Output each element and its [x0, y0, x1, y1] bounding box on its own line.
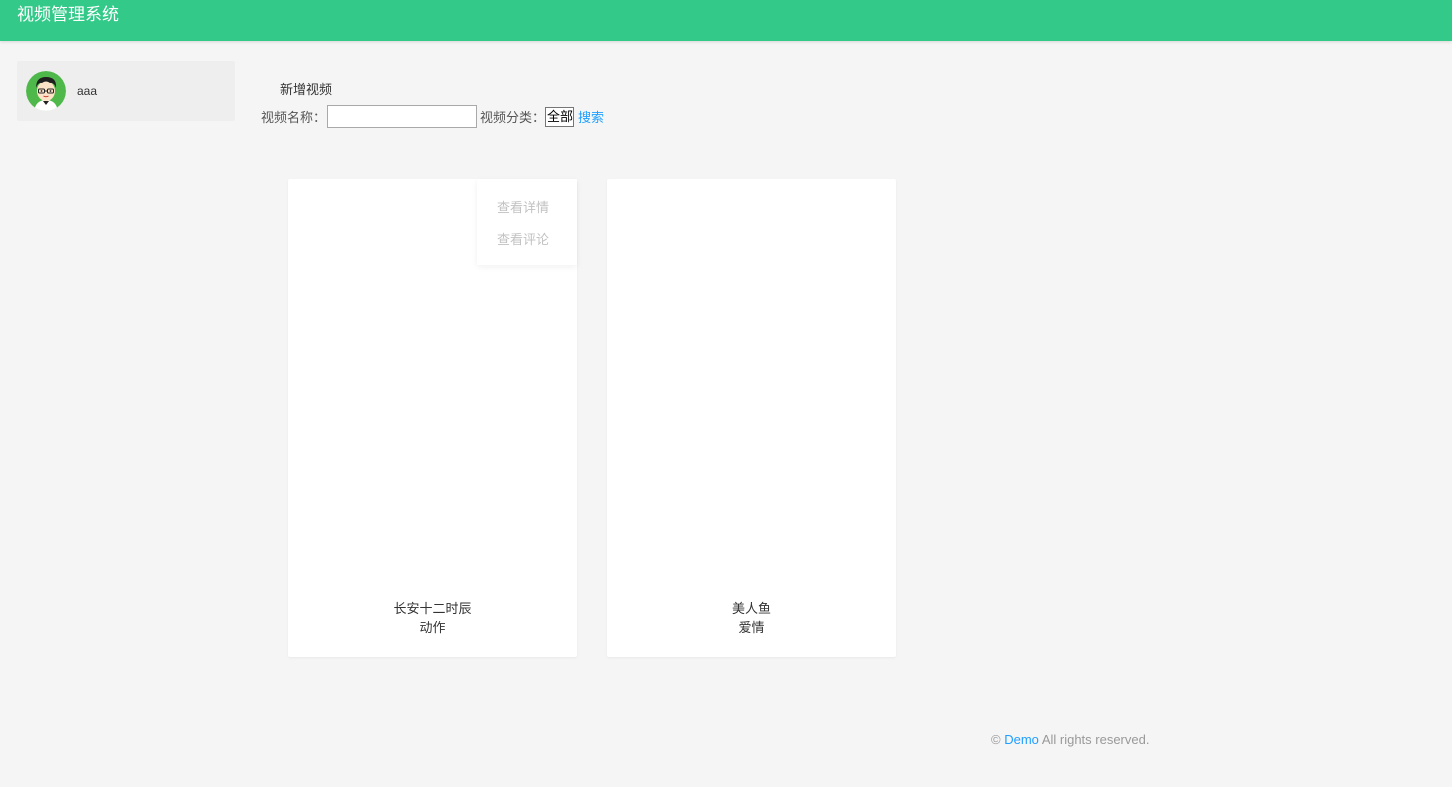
- category-select[interactable]: 全部: [545, 106, 575, 127]
- add-video-link[interactable]: 新增视频: [280, 79, 332, 98]
- video-title: 美人鱼: [731, 601, 771, 616]
- footer-brand-link[interactable]: Demo: [1004, 732, 1039, 747]
- app-title: 视频管理系统: [17, 5, 119, 24]
- video-category: 爱情: [738, 620, 765, 635]
- username: aaa: [77, 84, 98, 98]
- video-caption: 美人鱼 爱情: [607, 599, 896, 637]
- cartoon-avatar-icon: [26, 71, 66, 111]
- user-profile-card: aaa: [17, 61, 235, 121]
- footer: © Demo All rights reserved.: [991, 732, 1149, 747]
- video-title: 长安十二时辰: [393, 601, 472, 616]
- video-card[interactable]: 美人鱼 爱情: [607, 179, 896, 657]
- video-category: 动作: [419, 620, 446, 635]
- video-name-label: 视频名称：: [261, 110, 327, 125]
- view-comments-menu-item[interactable]: 查看评论: [497, 229, 549, 248]
- video-category-label: 视频分类：: [480, 110, 546, 125]
- copyright-symbol: ©: [991, 732, 1001, 747]
- search-form: 视频名称： 视频分类： 全部 搜索: [261, 104, 604, 129]
- video-caption: 长安十二时辰 动作: [288, 599, 577, 637]
- video-action-menu: 查看详情 查看评论: [477, 179, 577, 265]
- footer-rights-text: All rights reserved.: [1041, 732, 1150, 747]
- top-header-bar: 视频管理系统: [0, 0, 1452, 41]
- video-card[interactable]: 查看详情 查看评论 长安十二时辰 动作: [288, 179, 577, 657]
- view-details-menu-item[interactable]: 查看详情: [497, 197, 549, 216]
- video-name-input[interactable]: [327, 105, 478, 128]
- search-button[interactable]: 搜索: [578, 107, 604, 126]
